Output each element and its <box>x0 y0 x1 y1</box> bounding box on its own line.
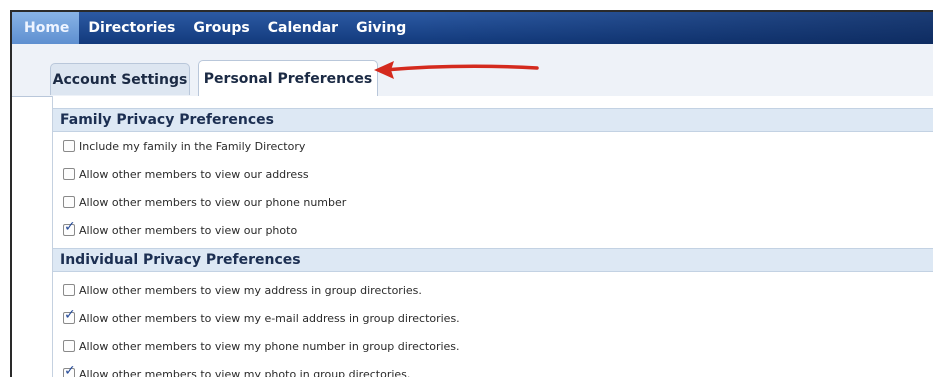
option-label: Allow other members to view our address <box>79 168 309 181</box>
nav-groups[interactable]: Groups <box>184 12 258 44</box>
family-privacy-header: Family Privacy Preferences <box>53 108 933 132</box>
checkbox-group-email[interactable] <box>63 312 75 324</box>
nav-giving[interactable]: Giving <box>347 12 415 44</box>
nav-directories[interactable]: Directories <box>79 12 184 44</box>
individual-option-row[interactable]: Allow other members to view my address i… <box>63 280 422 300</box>
family-option-row[interactable]: Allow other members to view our address <box>63 164 309 184</box>
nav-calendar[interactable]: Calendar <box>259 12 347 44</box>
checkbox-view-phone[interactable] <box>63 196 75 208</box>
tab-account-settings[interactable]: Account Settings <box>50 63 190 95</box>
option-label: Allow other members to view my photo in … <box>79 368 410 377</box>
individual-option-row[interactable]: Allow other members to view my e-mail ad… <box>63 308 460 328</box>
checkbox-include-family[interactable] <box>63 140 75 152</box>
individual-privacy-header: Individual Privacy Preferences <box>53 248 933 272</box>
tab-personal-preferences[interactable]: Personal Preferences <box>198 60 378 96</box>
app-frame: Home Directories Groups Calendar Giving … <box>10 10 933 377</box>
family-option-row[interactable]: Allow other members to view our photo <box>63 220 297 240</box>
option-label: Allow other members to view our phone nu… <box>79 196 346 209</box>
checkbox-group-address[interactable] <box>63 284 75 296</box>
option-label: Allow other members to view my phone num… <box>79 340 460 353</box>
individual-option-row[interactable]: Allow other members to view my photo in … <box>63 364 410 377</box>
checkbox-group-phone[interactable] <box>63 340 75 352</box>
family-option-row[interactable]: Include my family in the Family Director… <box>63 136 305 156</box>
option-label: Include my family in the Family Director… <box>79 140 305 153</box>
nav-home[interactable]: Home <box>12 12 79 44</box>
checkbox-view-address[interactable] <box>63 168 75 180</box>
checkbox-view-photo[interactable] <box>63 224 75 236</box>
option-label: Allow other members to view my e-mail ad… <box>79 312 460 325</box>
preferences-panel: Family Privacy Preferences Include my fa… <box>52 96 933 377</box>
top-nav: Home Directories Groups Calendar Giving <box>12 12 933 44</box>
checkbox-group-photo[interactable] <box>63 368 75 377</box>
option-label: Allow other members to view my address i… <box>79 284 422 297</box>
individual-option-row[interactable]: Allow other members to view my phone num… <box>63 336 460 356</box>
family-option-row[interactable]: Allow other members to view our phone nu… <box>63 192 346 212</box>
red-arrow-icon <box>372 56 542 86</box>
option-label: Allow other members to view our photo <box>79 224 297 237</box>
nav-filler <box>415 12 933 44</box>
